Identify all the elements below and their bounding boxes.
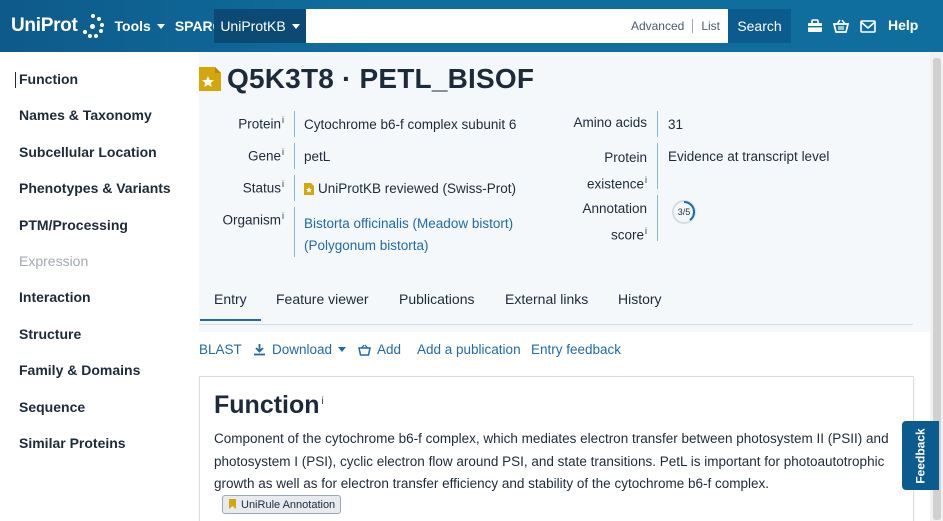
toolbox-icon[interactable]	[806, 17, 824, 35]
reviewed-entry-icon	[199, 67, 221, 91]
entry-summary: Q5K3T8 · PETL_BISOF Proteini Genei Statu…	[199, 52, 943, 332]
divider	[294, 143, 295, 169]
add-publication-button[interactable]: Add a publication	[417, 342, 521, 357]
organism-label: Organismi	[199, 211, 284, 228]
protein-existence-value: Evidence at transcript level	[668, 149, 830, 164]
protein-existence-label-line1: Protein	[604, 150, 647, 165]
divider	[657, 143, 658, 189]
organism-name[interactable]: Bistorta officinalis (Meadow bistort)	[304, 213, 513, 235]
tab-external-links[interactable]: External links	[505, 291, 588, 307]
chevron-down-icon	[338, 347, 347, 352]
function-heading: Function i	[214, 391, 324, 420]
feedback-label: Feedback	[913, 427, 928, 484]
protein-label: Proteini	[199, 115, 284, 132]
sidebar-item-ptm-processing[interactable]: PTM/Processing	[19, 217, 128, 233]
annotation-score-label: Annotation scorei	[549, 198, 647, 247]
annotation-score-label-line2: score	[610, 227, 644, 243]
feedback-tab[interactable]: Feedback	[902, 421, 939, 490]
protein-existence-label: Protein existencei	[549, 147, 647, 196]
entry-feedback-button[interactable]: Entry feedback	[531, 342, 621, 357]
basket-icon[interactable]	[832, 17, 850, 35]
advanced-search-link[interactable]: Advanced	[623, 19, 692, 33]
gene-label-text: Gene	[247, 148, 281, 164]
tab-publications[interactable]: Publications	[399, 291, 475, 307]
database-select[interactable]: UniProtKB	[214, 9, 306, 43]
logo-dots-icon	[79, 13, 105, 39]
sidebar-nav: Function Names & Taxonomy Subcellular Lo…	[0, 52, 190, 521]
info-icon[interactable]: i	[282, 147, 284, 157]
organism-synonym[interactable]: (Polygonum bistorta)	[304, 235, 513, 257]
uniprot-logo[interactable]: UniProt	[11, 13, 105, 39]
sidebar-item-expression: Expression	[19, 253, 89, 269]
chevron-down-icon	[156, 23, 165, 29]
add-to-basket-button[interactable]: Add	[358, 342, 401, 357]
tab-feature-viewer[interactable]: Feature viewer	[276, 291, 369, 307]
database-label: UniProtKB	[220, 18, 286, 34]
search-button[interactable]: Search	[728, 9, 791, 43]
help-link[interactable]: Help	[888, 17, 918, 33]
list-search-link[interactable]: List	[693, 19, 728, 33]
status-label-text: Status	[242, 180, 281, 196]
info-icon[interactable]: i	[322, 396, 324, 407]
add-label: Add	[377, 342, 402, 357]
gene-label: Genei	[199, 147, 284, 164]
page-title: Q5K3T8 · PETL_BISOF	[227, 63, 535, 94]
tab-history[interactable]: History	[618, 291, 662, 307]
reviewed-icon	[304, 182, 314, 195]
status-value: UniProtKB reviewed (Swiss-Prot)	[304, 181, 516, 196]
annotation-score-badge[interactable]: 3/5	[672, 200, 696, 224]
gene-value: petL	[304, 149, 331, 164]
amino-acids-value: 31	[668, 117, 684, 132]
sidebar-item-similar-proteins[interactable]: Similar Proteins	[19, 435, 126, 451]
blast-button[interactable]: BLAST	[199, 342, 242, 357]
mail-icon[interactable]	[859, 17, 877, 35]
sidebar-item-structure[interactable]: Structure	[19, 326, 81, 342]
info-icon[interactable]: i	[645, 226, 647, 236]
info-icon[interactable]: i	[282, 115, 284, 125]
organism-link[interactable]: Bistorta officinalis (Meadow bistort) (P…	[304, 213, 513, 257]
tools-label: Tools	[114, 18, 151, 34]
protein-existence-label-line2: existence	[586, 176, 644, 192]
sidebar-item-names-taxonomy[interactable]: Names & Taxonomy	[19, 107, 152, 123]
tools-menu[interactable]: Tools	[115, 18, 165, 34]
annotation-score-label-line1: Annotation	[582, 201, 647, 216]
info-icon[interactable]: i	[282, 211, 284, 221]
entry-tabs: Entry Feature viewer Publications Extern…	[199, 287, 913, 325]
status-text: UniProtKB reviewed (Swiss-Prot)	[318, 181, 517, 196]
info-icon[interactable]: i	[282, 179, 284, 189]
download-icon	[254, 344, 265, 356]
download-button[interactable]: Download	[253, 342, 347, 357]
search-input[interactable]: Advanced List	[306, 9, 728, 43]
divider	[294, 111, 295, 137]
divider	[657, 111, 658, 137]
protein-label-text: Protein	[238, 116, 281, 132]
sidebar-item-family-domains[interactable]: Family & Domains	[19, 362, 140, 378]
divider	[657, 195, 658, 241]
info-icon[interactable]: i	[645, 175, 647, 185]
score-ring-icon	[683, 200, 696, 221]
amino-acids-label: Amino acids	[573, 115, 647, 130]
organism-label-text: Organism	[222, 212, 281, 228]
sidebar-item-phenotypes-variants[interactable]: Phenotypes & Variants	[19, 180, 171, 196]
divider	[294, 207, 295, 257]
sidebar-item-interaction[interactable]: Interaction	[19, 289, 91, 305]
sidebar-item-function[interactable]: Function	[14, 71, 78, 88]
protein-value: Cytochrome b6-f complex subunit 6	[304, 117, 517, 132]
basket-icon	[358, 344, 371, 356]
unirule-annotation-badge[interactable]: UniRule Annotation	[222, 495, 342, 514]
tab-entry[interactable]: Entry	[200, 291, 261, 321]
status-label: Statusi	[199, 179, 284, 196]
sidebar-item-sequence[interactable]: Sequence	[19, 399, 85, 415]
function-section: Function i Component of the cytochrome b6…	[199, 376, 914, 521]
logo-text: UniProt	[11, 15, 78, 36]
divider	[294, 175, 295, 201]
function-heading-text: Function	[214, 391, 320, 419]
sidebar-item-subcellular-location[interactable]: Subcellular Location	[19, 144, 157, 160]
chevron-down-icon	[291, 23, 300, 29]
download-label: Download	[272, 342, 333, 357]
function-text: Component of the cytochrome b6-f complex…	[214, 431, 889, 491]
